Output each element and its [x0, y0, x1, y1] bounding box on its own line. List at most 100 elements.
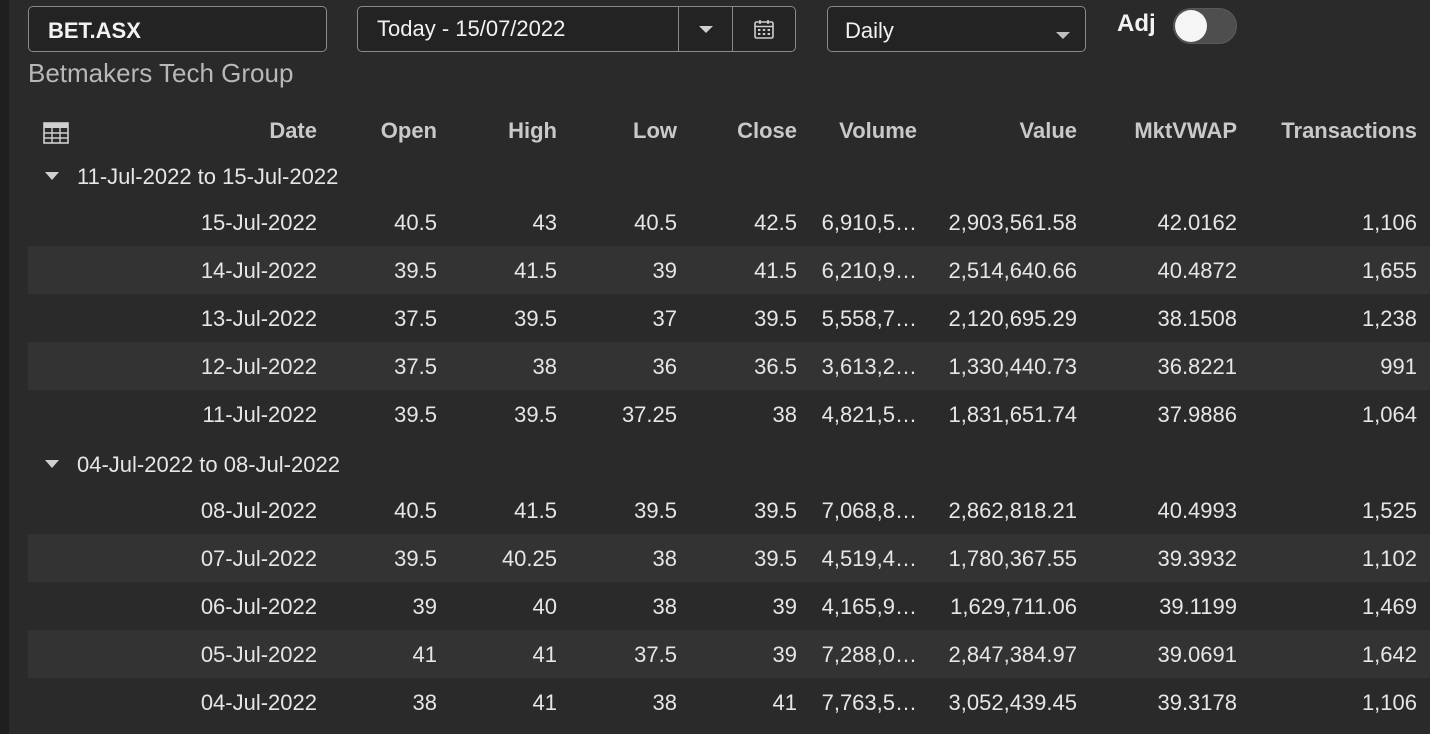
- column-header-mktvwap[interactable]: MktVWAP: [1090, 118, 1237, 144]
- date-range-picker[interactable]: Today - 15/07/2022: [357, 6, 796, 52]
- caret-down-icon[interactable]: [45, 460, 59, 468]
- frequency-select[interactable]: Daily: [827, 6, 1086, 52]
- table-row[interactable]: 08-Jul-2022 40.5 41.5 39.5 39.5 7,068,8……: [28, 486, 1430, 534]
- cell-date: 08-Jul-2022: [200, 498, 317, 523]
- cell-mktvwap: 38.1508: [1157, 306, 1237, 331]
- table-row[interactable]: 14-Jul-2022 39.5 41.5 39 41.5 6,210,9… 2…: [28, 246, 1430, 294]
- group-header[interactable]: 11-Jul-2022 to 15-Jul-2022: [0, 152, 1430, 200]
- cell-low: 38: [652, 690, 677, 715]
- cell-transactions: 1,238: [1361, 306, 1417, 331]
- cell-high: 38: [532, 354, 557, 379]
- table-row[interactable]: 04-Jul-2022 38 41 38 41 7,763,5… 3,052,4…: [28, 678, 1430, 726]
- table-grid-icon[interactable]: [43, 122, 69, 144]
- cell-high: 41: [532, 690, 557, 715]
- cell-volume: 4,821,5…: [821, 402, 917, 427]
- column-header-transactions[interactable]: Transactions: [1250, 118, 1417, 144]
- table-row[interactable]: 15-Jul-2022 40.5 43 40.5 42.5 6,910,5… 2…: [28, 198, 1430, 246]
- cell-value: 2,120,695.29: [948, 306, 1077, 331]
- cell-open: 39.5: [394, 546, 437, 571]
- cell-volume: 5,558,7…: [821, 306, 917, 331]
- cell-transactions: 1,106: [1361, 210, 1417, 235]
- cell-open: 37.5: [394, 354, 437, 379]
- cell-mktvwap: 40.4993: [1157, 498, 1237, 523]
- date-range-value: Today - 15/07/2022: [377, 16, 566, 41]
- calendar-icon: [754, 20, 774, 39]
- table-header: Date Open High Low Close Volume Value Mk…: [0, 110, 1430, 152]
- cell-open: 40.5: [394, 210, 437, 235]
- cell-open: 40.5: [394, 498, 437, 523]
- cell-volume: 4,165,9…: [821, 594, 917, 619]
- table-row[interactable]: 13-Jul-2022 37.5 39.5 37 39.5 5,558,7… 2…: [28, 294, 1430, 342]
- cell-open: 39: [412, 594, 437, 619]
- cell-low: 37.5: [634, 642, 677, 667]
- cell-close: 39.5: [754, 498, 797, 523]
- cell-date: 07-Jul-2022: [200, 546, 317, 571]
- adj-toggle[interactable]: [1173, 8, 1237, 44]
- cell-date: 04-Jul-2022: [200, 690, 317, 715]
- cell-date: 15-Jul-2022: [200, 210, 317, 235]
- cell-value: 1,780,367.55: [948, 546, 1077, 571]
- cell-mktvwap: 42.0162: [1157, 210, 1237, 235]
- cell-value: 2,514,640.66: [948, 258, 1077, 283]
- cell-open: 39.5: [394, 402, 437, 427]
- table-row[interactable]: 05-Jul-2022 41 41 37.5 39 7,288,0… 2,847…: [28, 630, 1430, 678]
- cell-open: 38: [412, 690, 437, 715]
- cell-close: 38: [772, 402, 797, 427]
- cell-date: 06-Jul-2022: [200, 594, 317, 619]
- cell-high: 39.5: [514, 306, 557, 331]
- group-header[interactable]: 04-Jul-2022 to 08-Jul-2022: [0, 440, 1430, 488]
- column-header-date[interactable]: Date: [110, 118, 317, 144]
- cell-low: 40.5: [634, 210, 677, 235]
- column-header-close[interactable]: Close: [700, 118, 797, 144]
- cell-open: 41: [412, 642, 437, 667]
- column-header-open[interactable]: Open: [340, 118, 437, 144]
- cell-mktvwap: 39.3932: [1157, 546, 1237, 571]
- cell-open: 37.5: [394, 306, 437, 331]
- cell-low: 37: [652, 306, 677, 331]
- cell-low: 38: [652, 546, 677, 571]
- date-range-dropdown-button[interactable]: [679, 7, 732, 51]
- cell-date: 05-Jul-2022: [200, 642, 317, 667]
- cell-transactions: 1,102: [1361, 546, 1417, 571]
- cell-high: 40.25: [501, 546, 557, 571]
- cell-volume: 7,068,8…: [821, 498, 917, 523]
- cell-volume: 3,613,2…: [821, 354, 917, 379]
- cell-low: 36: [652, 354, 677, 379]
- symbol-input[interactable]: BET.ASX: [28, 6, 327, 52]
- cell-close: 39: [772, 642, 797, 667]
- table-row[interactable]: 06-Jul-2022 39 40 38 39 4,165,9… 1,629,7…: [28, 582, 1430, 630]
- frequency-value: Daily: [845, 18, 894, 43]
- cell-high: 41.5: [514, 258, 557, 283]
- cell-value: 2,847,384.97: [948, 642, 1077, 667]
- cell-high: 43: [532, 210, 557, 235]
- toggle-knob: [1175, 10, 1207, 42]
- cell-date: 14-Jul-2022: [200, 258, 317, 283]
- cell-low: 39.5: [634, 498, 677, 523]
- cell-value: 1,831,651.74: [948, 402, 1077, 427]
- cell-date: 11-Jul-2022: [202, 402, 317, 427]
- cell-open: 39.5: [394, 258, 437, 283]
- cell-transactions: 1,642: [1361, 642, 1417, 667]
- column-header-volume[interactable]: Volume: [805, 118, 917, 144]
- cell-volume: 6,210,9…: [821, 258, 917, 283]
- cell-low: 39: [652, 258, 677, 283]
- group-label: 04-Jul-2022 to 08-Jul-2022: [77, 452, 340, 477]
- column-header-high[interactable]: High: [460, 118, 557, 144]
- cell-value: 3,052,439.45: [948, 690, 1077, 715]
- chevron-down-icon: [1056, 32, 1070, 39]
- calendar-button[interactable]: [733, 7, 795, 51]
- table-row[interactable]: 07-Jul-2022 39.5 40.25 38 39.5 4,519,4… …: [28, 534, 1430, 582]
- caret-down-icon[interactable]: [45, 172, 59, 180]
- cell-mktvwap: 40.4872: [1157, 258, 1237, 283]
- column-header-low[interactable]: Low: [580, 118, 677, 144]
- column-header-value[interactable]: Value: [930, 118, 1077, 144]
- symbol-value: BET.ASX: [48, 18, 141, 43]
- table-row[interactable]: 11-Jul-2022 39.5 39.5 37.25 38 4,821,5… …: [28, 390, 1430, 438]
- cell-close: 39.5: [754, 546, 797, 571]
- table-row[interactable]: 12-Jul-2022 37.5 38 36 36.5 3,613,2… 1,3…: [28, 342, 1430, 390]
- cell-value: 1,330,440.73: [948, 354, 1077, 379]
- cell-value: 2,862,818.21: [948, 498, 1077, 523]
- cell-transactions: 1,525: [1361, 498, 1417, 523]
- cell-volume: 4,519,4…: [821, 546, 917, 571]
- cell-volume: 7,763,5…: [821, 690, 917, 715]
